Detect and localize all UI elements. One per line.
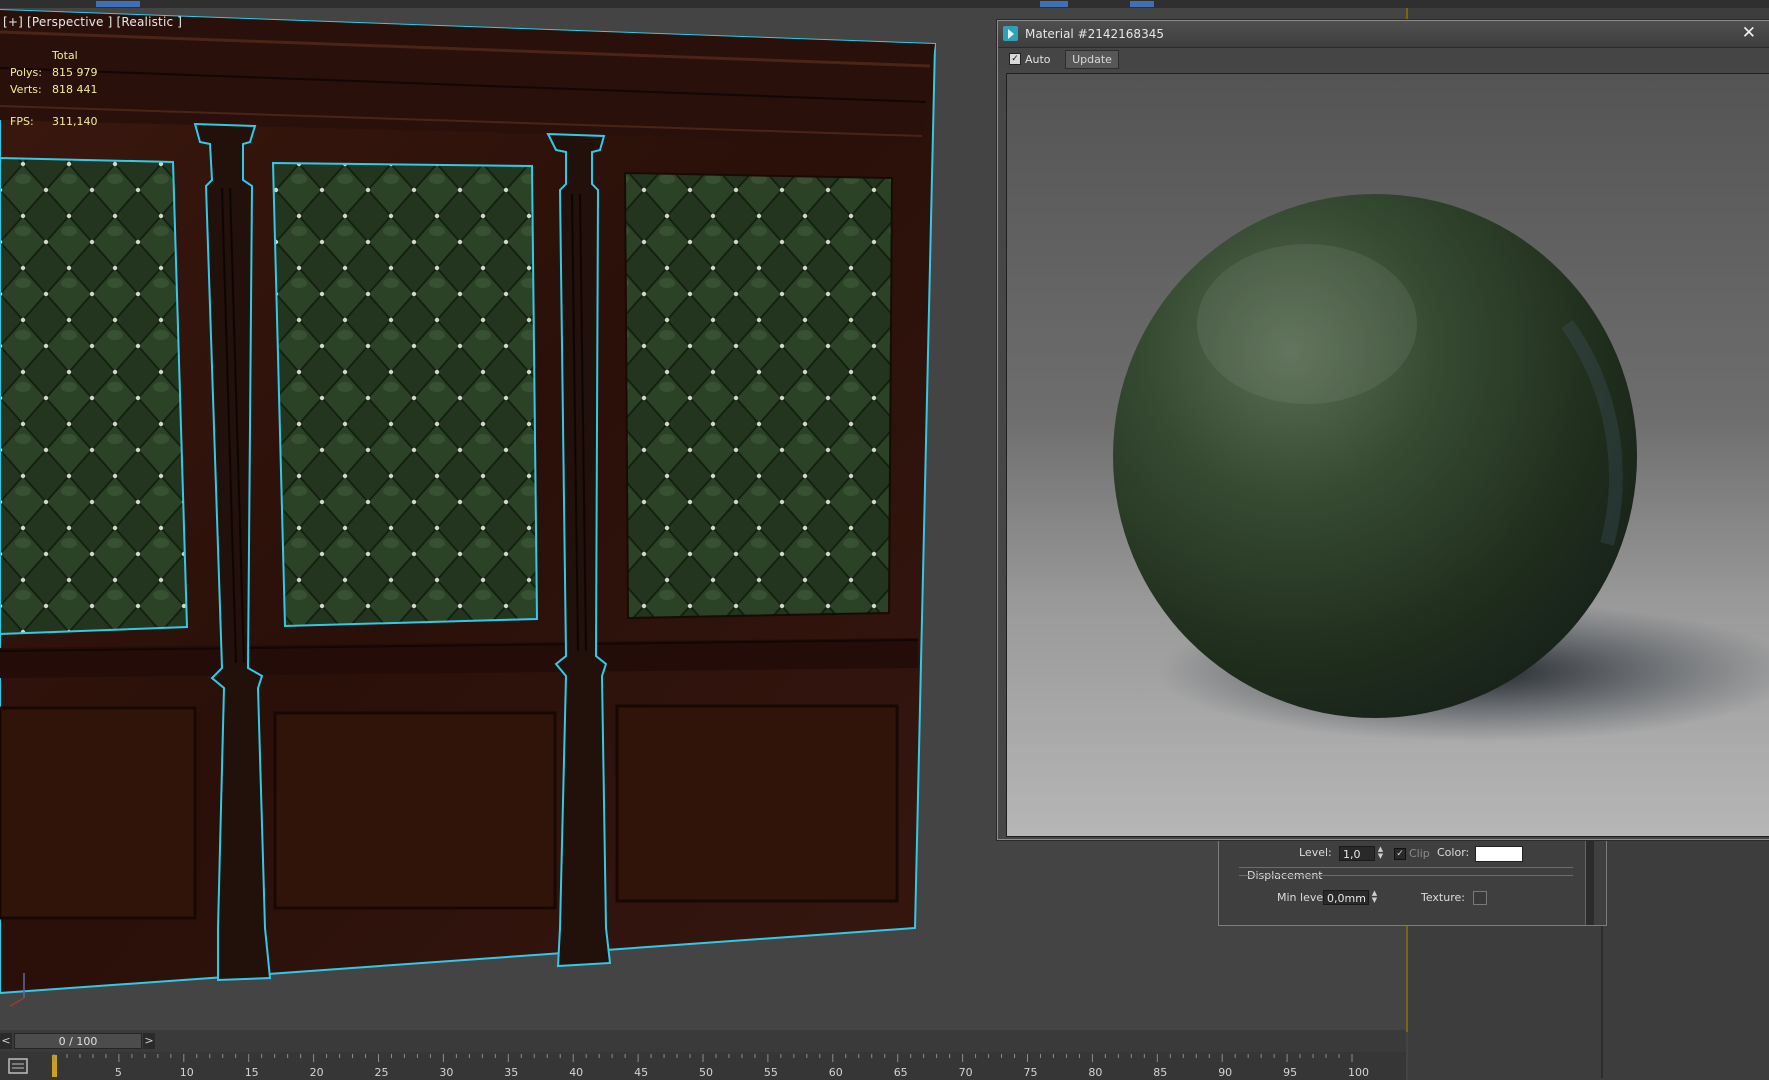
- time-slider-bar: < 0 / 100 >: [0, 1030, 1406, 1052]
- displacement-group: Min level: 0,0mm ▲ ▼ Texture:: [1239, 875, 1573, 922]
- stats-header: Total: [52, 49, 78, 62]
- app-logo-icon: [1003, 26, 1018, 41]
- auto-label: Auto: [1025, 53, 1051, 66]
- timeline-tick-label: 95: [1283, 1066, 1297, 1079]
- timeline-tick-label: 15: [245, 1066, 259, 1079]
- timeline-tick-label: 70: [959, 1066, 973, 1079]
- close-icon[interactable]: ✕: [1742, 23, 1756, 43]
- toolbar-button[interactable]: [96, 1, 140, 7]
- material-preview-window: Material #2142168345 ✕ ✓ Auto Update: [997, 20, 1769, 840]
- material-preview-render: [1006, 73, 1769, 837]
- texture-label: Texture:: [1421, 891, 1465, 904]
- timeline-tick-label: 5: [115, 1066, 122, 1079]
- min-level-label: Min level:: [1277, 891, 1330, 904]
- clip-label: Clip: [1409, 847, 1430, 860]
- texture-slot[interactable]: [1473, 891, 1487, 905]
- level-spinner[interactable]: ▲ ▼: [1376, 846, 1385, 861]
- timeline-tick-label: 100: [1348, 1066, 1369, 1079]
- leather-panel-right: [623, 171, 894, 620]
- timeline-tick-label: 20: [310, 1066, 324, 1079]
- timeline-ruler: 5 10 15 20 25 30 35 40 45 50 55 60 65 70 75 80 85 90 95 100: [0, 1052, 1406, 1080]
- min-level-spinner[interactable]: ▲ ▼: [1370, 890, 1379, 905]
- time-slider[interactable]: 0 / 100: [14, 1033, 142, 1049]
- material-window-titlebar[interactable]: Material #2142168345 ✕: [998, 21, 1769, 48]
- color-swatch[interactable]: [1475, 846, 1523, 862]
- timeline-tick-label: 10: [180, 1066, 194, 1079]
- displacement-settings-panel: Level: 1,0 ▲ ▼ ✓ Clip Color: Displacement…: [1218, 840, 1607, 926]
- material-window-title: Material #2142168345: [1025, 27, 1164, 41]
- toolbar-button[interactable]: [1130, 1, 1154, 7]
- next-frame-button[interactable]: >: [143, 1033, 155, 1049]
- stats-row-fps: FPS: 311,140: [10, 115, 98, 128]
- clip-checkbox[interactable]: ✓: [1394, 848, 1406, 860]
- panel-scrollbar[interactable]: [1585, 841, 1594, 925]
- timeline-tick-label: 85: [1153, 1066, 1167, 1079]
- timeline-tick-label: 55: [764, 1066, 778, 1079]
- auto-checkbox[interactable]: ✓: [1009, 53, 1021, 65]
- stats-row-verts: Verts: 818 441: [10, 83, 98, 96]
- timeline-track[interactable]: 5 10 15 20 25 30 35 40 45 50 55 60 65 70 75 80 85 90 95 100: [0, 1052, 1406, 1080]
- viewport-statistics: Total Polys: 815 979 Verts: 818 441 FPS:…: [10, 47, 98, 130]
- timeline-tick-label: 35: [504, 1066, 518, 1079]
- level-group: Level: 1,0 ▲ ▼ ✓ Clip Color:: [1239, 841, 1573, 868]
- color-label: Color:: [1437, 846, 1470, 859]
- timeline-tick-label: 65: [894, 1066, 908, 1079]
- level-input[interactable]: 1,0: [1339, 846, 1375, 861]
- timeline-tick-label: 25: [375, 1066, 389, 1079]
- level-label: Level:: [1299, 846, 1332, 859]
- stats-row-polys: Polys: 815 979: [10, 66, 98, 79]
- timeline-tick-label: 90: [1218, 1066, 1232, 1079]
- timeline-tick-label: 50: [699, 1066, 713, 1079]
- toolbar-button[interactable]: [1040, 1, 1068, 7]
- leather-panel-middle: [271, 161, 539, 628]
- material-window-toolbar: ✓ Auto Update: [998, 48, 1769, 70]
- preview-sphere: [1007, 74, 1769, 836]
- timeline-tick-label: 60: [829, 1066, 843, 1079]
- timeline-config-icon[interactable]: [8, 1057, 28, 1075]
- min-level-input[interactable]: 0,0mm: [1323, 890, 1369, 905]
- timeline-tick-label: 45: [634, 1066, 648, 1079]
- viewport-label[interactable]: [+] [Perspective ] [Realistic ]: [3, 15, 182, 29]
- timeline-tick-label: 30: [439, 1066, 453, 1079]
- previous-frame-button[interactable]: <: [0, 1033, 12, 1049]
- timeline-tick-label: 80: [1088, 1066, 1102, 1079]
- timeline-tick-label: 40: [569, 1066, 583, 1079]
- update-button[interactable]: Update: [1065, 50, 1119, 69]
- leather-panel-left: [0, 156, 189, 636]
- timeline-tick-label: 75: [1024, 1066, 1038, 1079]
